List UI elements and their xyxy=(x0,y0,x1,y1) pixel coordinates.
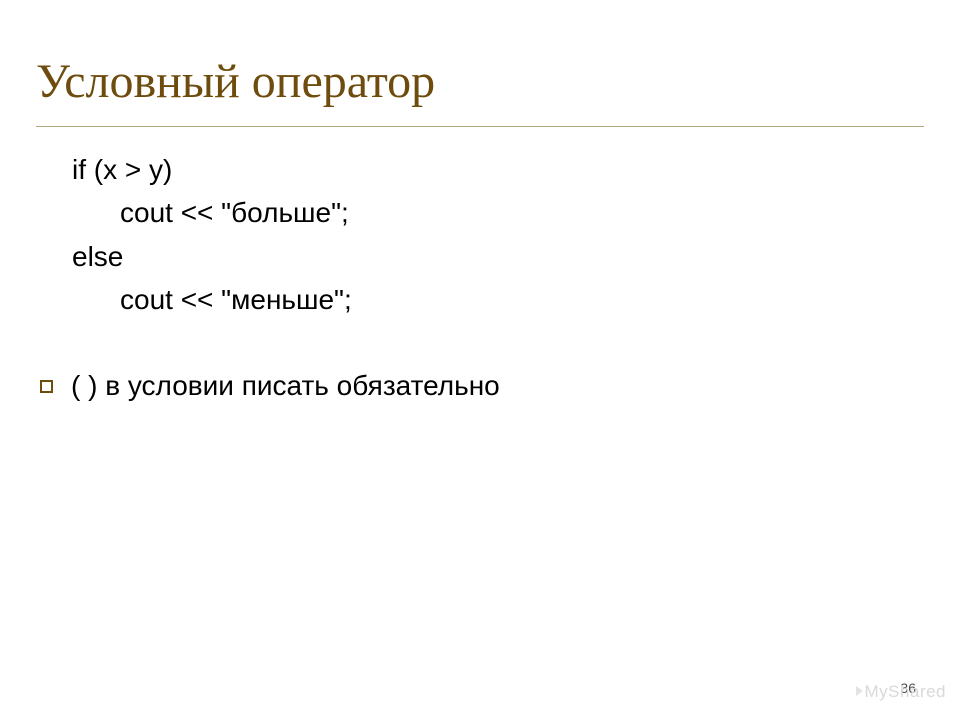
slide-title: Условный оператор xyxy=(36,54,435,109)
play-icon xyxy=(856,686,863,696)
title-underline xyxy=(36,126,924,127)
note-row: ( ) в условии писать обязательно xyxy=(40,366,920,405)
note-text: ( ) в условии писать обязательно xyxy=(71,366,500,405)
code-line-3: else xyxy=(40,235,920,278)
code-line-1: if (x > y) xyxy=(40,148,920,191)
bullet-square-icon xyxy=(40,380,53,393)
slide-body: if (x > y) cout << "больше"; else cout <… xyxy=(40,148,920,405)
slide: Условный оператор if (x > y) cout << "бо… xyxy=(0,0,960,720)
page-number: 36 xyxy=(900,680,916,696)
code-line-2: cout << "больше"; xyxy=(40,191,920,234)
code-line-4: cout << "меньше"; xyxy=(40,278,920,321)
